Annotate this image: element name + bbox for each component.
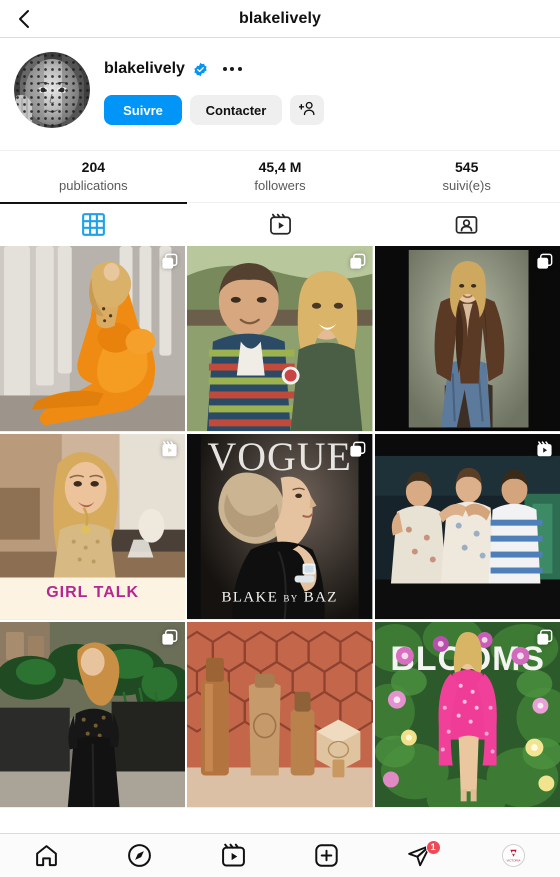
profile-action-buttons: Suivre Contacter (104, 95, 546, 125)
dot (222, 67, 227, 71)
nav-reels[interactable] (187, 834, 280, 877)
profile-header: blakelively Suivre Contacter (0, 38, 560, 128)
bottom-navigation-bar: 1 VICTORIA (0, 833, 560, 877)
reels-icon (269, 213, 292, 236)
carousel-icon (161, 629, 178, 646)
message-button[interactable]: Contacter (190, 95, 282, 125)
grid-icon (81, 213, 105, 236)
reels-icon (221, 843, 246, 868)
post-thumbnail (0, 434, 186, 620)
tab-grid[interactable] (0, 202, 187, 246)
post-couple-selfie[interactable] (187, 246, 373, 432)
post-thumbnail (187, 622, 373, 808)
carousel-icon (349, 441, 366, 458)
svg-text:BLAKE BY BAZ: BLAKE BY BAZ (222, 589, 338, 605)
post-thumbnail (0, 246, 186, 432)
notification-badge: 1 (425, 839, 441, 855)
profile-info: blakelively Suivre Contacter (104, 52, 546, 128)
post-thumbnail (374, 246, 560, 432)
top-navigation-bar: blakelively (0, 0, 560, 38)
instagram-profile-screen: blakelively blakelively Suivre Contacter… (0, 0, 560, 877)
dot (237, 67, 242, 71)
username-row: blakelively (104, 58, 546, 80)
stat-label: publications (59, 178, 128, 193)
carousel-icon (536, 629, 553, 646)
post-thumbnail (187, 246, 373, 432)
more-options-icon[interactable] (221, 63, 244, 75)
post-thumbnail (0, 622, 186, 808)
stat-following[interactable]: 545 suivi(e)s (373, 151, 560, 202)
dot (230, 67, 235, 71)
svg-text:VICTORIA: VICTORIA (506, 858, 520, 862)
add-person-button[interactable] (290, 95, 324, 125)
profile-stats: 204 publications 45,4 M followers 545 su… (0, 150, 560, 202)
stat-value: 45,4 M (258, 159, 302, 175)
stat-label: followers (254, 178, 306, 193)
compass-icon (127, 843, 152, 868)
nav-explore[interactable] (93, 834, 186, 877)
nav-activity[interactable]: 1 (373, 834, 466, 877)
post-girl-talk[interactable]: GIRL TALK (0, 434, 186, 620)
nav-profile[interactable]: VICTORIA (467, 834, 560, 877)
profile-avatar-icon: VICTORIA (501, 844, 525, 867)
page-title: blakelively (238, 9, 322, 27)
verified-badge-icon (193, 62, 208, 77)
profile-content-tabs (0, 202, 560, 246)
chevron-left-icon (15, 8, 33, 30)
post-vogue-cover[interactable]: VOGUE BLAKE BY BAZ (187, 434, 373, 620)
follow-button[interactable]: Suivre (104, 95, 182, 125)
stat-label: suivi(e)s (442, 178, 491, 193)
home-icon (34, 843, 59, 868)
post-thumbnail (374, 434, 560, 620)
plus-square-icon (314, 843, 339, 868)
profile-username: blakelively (104, 60, 185, 77)
post-beauty-products[interactable] (187, 622, 373, 808)
add-person-icon (298, 101, 316, 119)
post-thumbnail: BLOOMS (374, 622, 560, 808)
stat-value: 545 (455, 159, 479, 175)
profile-photo-art (14, 52, 90, 128)
back-button[interactable] (0, 0, 48, 38)
tab-tagged[interactable] (373, 203, 560, 246)
post-brown-coat[interactable] (374, 246, 560, 432)
profile-photo[interactable] (14, 52, 90, 128)
posts-grid: GIRL TALK VOGUE BLAKE BY BAZ (0, 246, 560, 833)
carousel-icon (536, 253, 553, 270)
carousel-icon (161, 253, 178, 270)
nav-home[interactable] (0, 834, 93, 877)
post-thumbnail: VOGUE BLAKE BY BAZ (187, 434, 373, 620)
post-orange-gown[interactable] (0, 246, 186, 432)
avatar[interactable] (14, 52, 90, 128)
carousel-icon (349, 253, 366, 270)
reels-icon (161, 441, 178, 458)
stat-posts[interactable]: 204 publications (0, 151, 187, 202)
post-pink-dress-blooms[interactable]: BLOOMS (374, 622, 560, 808)
tab-reels[interactable] (187, 203, 374, 246)
nav-create[interactable] (280, 834, 373, 877)
stat-followers[interactable]: 45,4 M followers (187, 151, 374, 202)
stat-value: 204 (81, 159, 106, 175)
svg-text:VOGUE: VOGUE (208, 434, 352, 479)
tagged-icon (455, 213, 478, 236)
post-black-outfit[interactable] (0, 622, 186, 808)
post-talk-show[interactable] (374, 434, 560, 620)
reels-icon (536, 441, 553, 458)
